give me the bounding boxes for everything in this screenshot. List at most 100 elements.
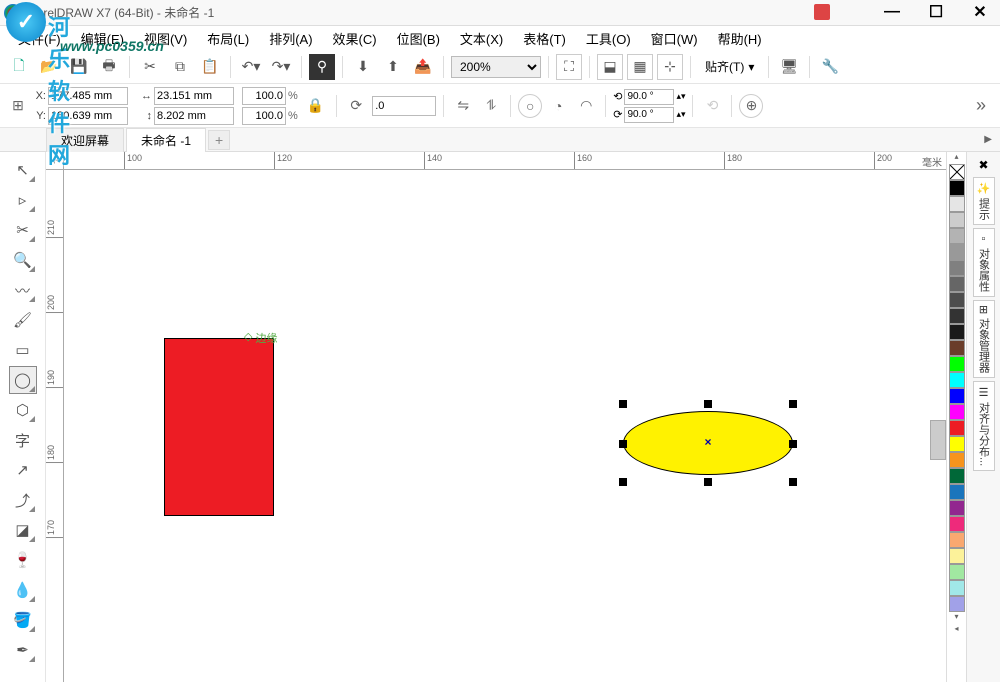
freehand-tool[interactable]: 〰 bbox=[9, 276, 37, 304]
copy-icon[interactable]: ⧉ bbox=[167, 54, 193, 80]
cut-icon[interactable]: ✂ bbox=[137, 54, 163, 80]
save-icon[interactable]: 💾 bbox=[66, 54, 92, 80]
color-swatch[interactable] bbox=[949, 500, 965, 516]
selection-handle[interactable] bbox=[619, 400, 627, 408]
import-icon[interactable]: ⬇ bbox=[350, 54, 376, 80]
parallel-dimension-tool[interactable]: ↗ bbox=[9, 456, 37, 484]
color-swatch[interactable] bbox=[949, 516, 965, 532]
width-input[interactable] bbox=[154, 87, 234, 105]
selection-handle[interactable] bbox=[789, 400, 797, 408]
height-input[interactable] bbox=[154, 107, 234, 125]
menu-effects[interactable]: 效果(C) bbox=[325, 27, 385, 50]
color-swatch[interactable] bbox=[949, 436, 965, 452]
color-swatch[interactable] bbox=[949, 180, 965, 196]
arc-shape-icon[interactable]: ◠ bbox=[574, 94, 598, 118]
fullscreen-icon[interactable]: ⛶ bbox=[556, 54, 582, 80]
menu-bitmap[interactable]: 位图(B) bbox=[389, 27, 448, 50]
rectangle-tool[interactable]: ▭ bbox=[9, 336, 37, 364]
menu-window[interactable]: 窗口(W) bbox=[643, 27, 706, 50]
show-grid-icon[interactable]: ▦ bbox=[627, 54, 653, 80]
color-swatch[interactable] bbox=[949, 212, 965, 228]
docker-object-manager[interactable]: ⊞对象管理器 bbox=[973, 300, 995, 377]
menu-help[interactable]: 帮助(H) bbox=[710, 27, 770, 50]
redo-icon[interactable]: ↷▾ bbox=[268, 54, 294, 80]
options-icon[interactable]: 🖥 bbox=[776, 54, 802, 80]
outline-tool[interactable]: ✒ bbox=[9, 636, 37, 664]
show-rulers-icon[interactable]: ⬓ bbox=[597, 54, 623, 80]
color-swatch[interactable] bbox=[949, 196, 965, 212]
menu-edit[interactable]: 编辑(E) bbox=[73, 27, 132, 50]
color-swatch[interactable] bbox=[949, 340, 965, 356]
ellipse-tool[interactable]: ◯ bbox=[9, 366, 37, 394]
publish-icon[interactable]: 📤 bbox=[410, 54, 436, 80]
ruler-origin[interactable]: ⊹ bbox=[46, 152, 64, 170]
color-swatch[interactable] bbox=[949, 228, 965, 244]
selection-handle[interactable] bbox=[704, 400, 712, 408]
palette-down-icon[interactable]: ▾ bbox=[954, 612, 958, 624]
color-swatch[interactable] bbox=[949, 388, 965, 404]
tab-overflow-icon[interactable]: ▶ bbox=[984, 134, 992, 145]
menu-layout[interactable]: 布局(L) bbox=[199, 27, 257, 50]
mirror-v-icon[interactable]: ⥮ bbox=[479, 94, 503, 118]
color-swatch[interactable] bbox=[949, 356, 965, 372]
lock-ratio-icon[interactable]: 🔒 bbox=[302, 97, 329, 114]
color-swatch[interactable] bbox=[949, 420, 965, 436]
more-options-icon[interactable]: » bbox=[968, 95, 994, 116]
snap-button[interactable]: 贴齐(T)▾ bbox=[698, 56, 761, 78]
direction-icon[interactable]: ⟲ bbox=[700, 94, 724, 118]
pie-shape-icon[interactable]: ◔ bbox=[546, 94, 570, 118]
docker-object-properties[interactable]: ▫对象属性 bbox=[973, 228, 995, 297]
export-icon[interactable]: ⬆ bbox=[380, 54, 406, 80]
polygon-tool[interactable]: ⬡ bbox=[9, 396, 37, 424]
add-tab-button[interactable]: + bbox=[208, 130, 230, 150]
angle-spinner[interactable]: ▴▾ bbox=[676, 91, 685, 102]
color-swatch[interactable] bbox=[949, 292, 965, 308]
color-swatch[interactable] bbox=[949, 244, 965, 260]
selection-handle[interactable] bbox=[619, 440, 627, 448]
color-swatch[interactable] bbox=[949, 564, 965, 580]
selection-handle[interactable] bbox=[619, 478, 627, 486]
search-icon[interactable]: ⚲ bbox=[309, 54, 335, 80]
zoom-level-select[interactable]: 200% bbox=[451, 56, 541, 78]
color-swatch[interactable] bbox=[949, 324, 965, 340]
drop-shadow-tool[interactable]: ◪ bbox=[9, 516, 37, 544]
undo-icon[interactable]: ↶▾ bbox=[238, 54, 264, 80]
selection-center-icon[interactable]: × bbox=[703, 437, 713, 447]
color-swatch[interactable] bbox=[949, 404, 965, 420]
convert-icon[interactable]: ⊕ bbox=[739, 94, 763, 118]
scale-y-input[interactable] bbox=[242, 107, 286, 125]
drawing-canvas[interactable]: ◇边缘 × bbox=[64, 170, 946, 682]
tab-document-1[interactable]: 未命名 -1 bbox=[126, 128, 206, 152]
menu-file[interactable]: 文件(F) bbox=[10, 27, 69, 50]
close-button[interactable]: ✕ bbox=[968, 2, 992, 22]
menu-table[interactable]: 表格(T) bbox=[515, 27, 574, 50]
mirror-h-icon[interactable]: ⇋ bbox=[451, 94, 475, 118]
rotation-input[interactable] bbox=[372, 96, 436, 116]
color-swatch[interactable] bbox=[949, 276, 965, 292]
color-swatch[interactable] bbox=[949, 260, 965, 276]
color-swatch[interactable] bbox=[949, 484, 965, 500]
docker-align-distribute[interactable]: ☰对齐与分布... bbox=[973, 381, 995, 471]
red-rectangle-shape[interactable] bbox=[164, 338, 274, 516]
ellipse-shape-icon[interactable]: ○ bbox=[518, 94, 542, 118]
menu-text[interactable]: 文本(X) bbox=[452, 27, 511, 50]
tab-welcome[interactable]: 欢迎屏幕 bbox=[46, 128, 124, 152]
horizontal-ruler[interactable]: 100 120 140 160 180 200 毫米 bbox=[64, 152, 946, 170]
print-icon[interactable]: 🖶 bbox=[96, 54, 122, 80]
palette-up-icon[interactable]: ▴ bbox=[954, 152, 958, 164]
minimize-button[interactable]: — bbox=[880, 2, 904, 22]
pick-tool[interactable]: ↖ bbox=[9, 156, 37, 184]
new-icon[interactable]: 🗋 bbox=[6, 54, 32, 80]
selection-handle[interactable] bbox=[704, 478, 712, 486]
palette-expand-icon[interactable]: ◂ bbox=[954, 624, 958, 636]
shape-tool[interactable]: ▹ bbox=[9, 186, 37, 214]
transparency-tool[interactable]: 🍷 bbox=[9, 546, 37, 574]
menu-arrange[interactable]: 排列(A) bbox=[261, 27, 320, 50]
zoom-tool[interactable]: 🔍 bbox=[9, 246, 37, 274]
artistic-media-tool[interactable]: 🖌 bbox=[9, 306, 37, 334]
x-position-input[interactable] bbox=[48, 87, 128, 105]
eyedropper-tool[interactable]: 💧 bbox=[9, 576, 37, 604]
color-swatch[interactable] bbox=[949, 532, 965, 548]
show-guides-icon[interactable]: ⊹ bbox=[657, 54, 683, 80]
selection-handle[interactable] bbox=[789, 440, 797, 448]
